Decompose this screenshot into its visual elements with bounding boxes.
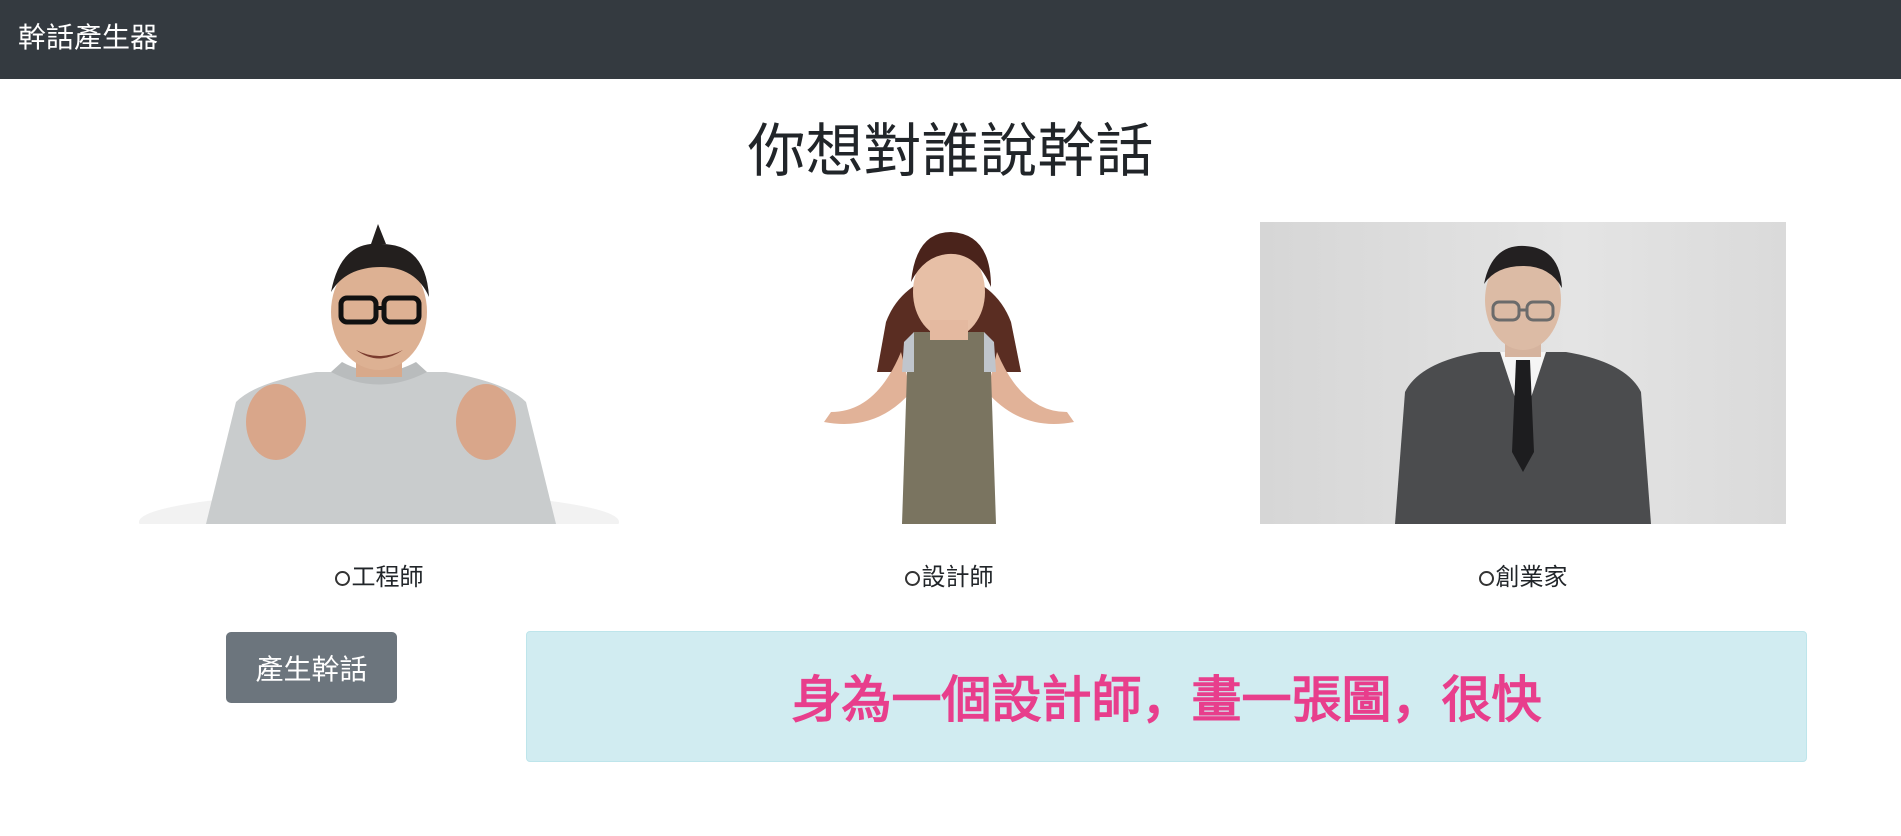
designer-photo bbox=[686, 222, 1212, 524]
result-alert: 身為一個設計師，畫一張圖，很快 bbox=[526, 631, 1807, 762]
entrepreneur-card[interactable] bbox=[1260, 222, 1786, 524]
generate-button[interactable]: 產生幹話 bbox=[226, 632, 397, 703]
designer-option[interactable]: 設計師 bbox=[686, 560, 1212, 594]
entrepreneur-option[interactable]: 創業家 bbox=[1260, 560, 1786, 594]
entrepreneur-label: 創業家 bbox=[1495, 563, 1568, 591]
engineer-option[interactable]: 工程師 bbox=[116, 560, 642, 594]
navbar-brand[interactable]: 幹話產生器 bbox=[18, 19, 158, 57]
entrepreneur-radio[interactable] bbox=[1478, 571, 1494, 586]
page-title: 你想對誰說幹話 bbox=[747, 117, 1154, 185]
engineer-radio[interactable] bbox=[334, 571, 350, 586]
entrepreneur-photo bbox=[1260, 222, 1786, 524]
engineer-photo bbox=[116, 222, 642, 524]
designer-label: 設計師 bbox=[921, 563, 994, 591]
engineer-card[interactable] bbox=[116, 222, 642, 524]
result-text: 身為一個設計師，畫一張圖，很快 bbox=[791, 671, 1542, 729]
designer-card[interactable] bbox=[686, 222, 1212, 524]
engineer-label: 工程師 bbox=[351, 563, 424, 591]
designer-radio[interactable] bbox=[904, 571, 920, 586]
navbar: 幹話產生器 bbox=[0, 0, 1901, 79]
